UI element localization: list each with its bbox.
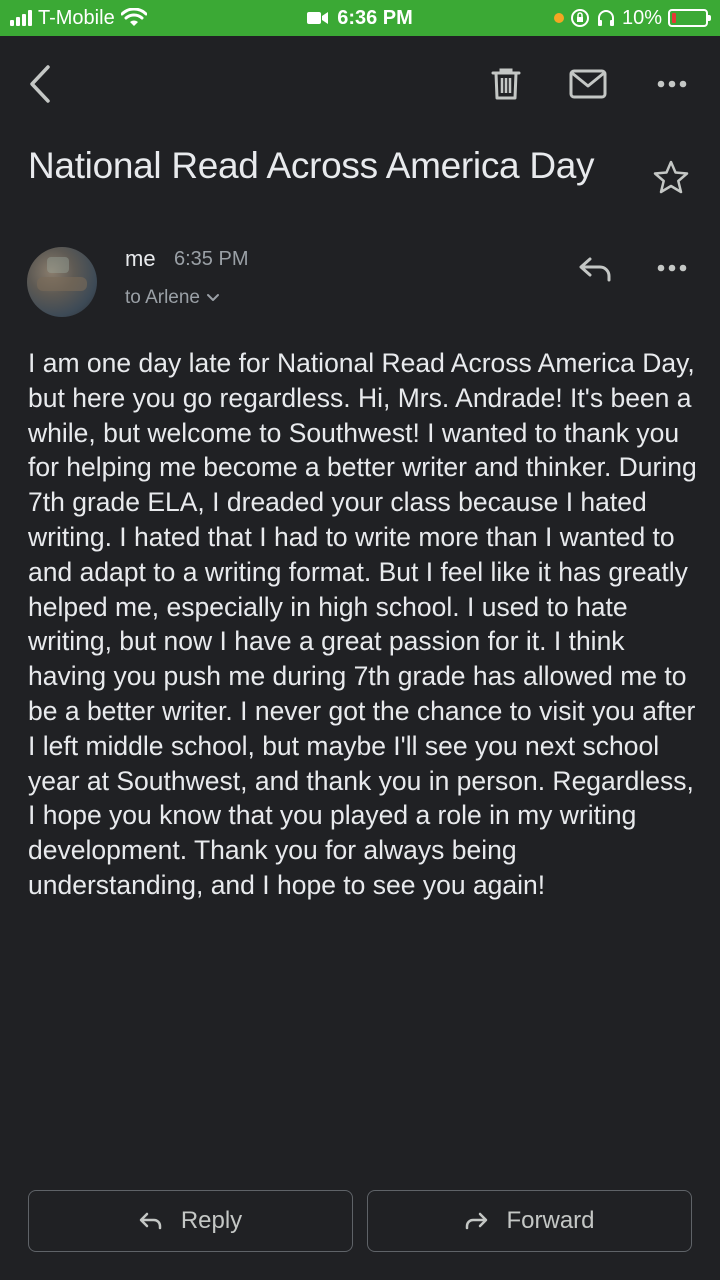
- back-arrow-icon: [30, 65, 50, 103]
- message-more-button[interactable]: [650, 246, 694, 290]
- mail-icon: [569, 69, 607, 99]
- video-camera-icon: [307, 12, 329, 24]
- trash-icon: [491, 68, 521, 100]
- email-subject: National Read Across America Day: [28, 145, 595, 186]
- status-right: 10%: [553, 0, 711, 36]
- battery-icon: [668, 9, 711, 27]
- back-button[interactable]: [18, 62, 62, 106]
- mark-unread-button[interactable]: [566, 62, 610, 106]
- rotation-lock-icon: [570, 9, 589, 27]
- chevron-down-icon: [207, 294, 219, 301]
- more-options-button[interactable]: [650, 62, 694, 106]
- delete-button[interactable]: [484, 62, 528, 106]
- sender-avatar[interactable]: [27, 247, 97, 317]
- reply-label: Reply: [180, 1207, 243, 1234]
- status-bar: T-Mobile 6:36 PM 10%: [0, 0, 720, 36]
- email-body: I am one day late for National Read Acro…: [28, 348, 697, 900]
- more-icon: [657, 264, 687, 272]
- email-time: 6:35 PM: [174, 248, 249, 270]
- star-button[interactable]: [648, 154, 694, 200]
- reply-icon-button[interactable]: [572, 246, 618, 292]
- forward-icon: [466, 1212, 488, 1230]
- star-icon: [653, 160, 689, 194]
- headphones-icon: [597, 10, 614, 26]
- battery-percent: 10%: [621, 6, 662, 29]
- reply-button[interactable]: Reply: [28, 1190, 353, 1252]
- recipient-details[interactable]: to Arlene: [125, 287, 220, 309]
- toolbar: [0, 36, 720, 132]
- privacy-indicator-icon: [553, 13, 564, 23]
- status-time: 6:36 PM: [337, 6, 413, 29]
- more-icon: [657, 80, 687, 88]
- reply-icon: [139, 1212, 162, 1230]
- sender-name: me: [125, 246, 156, 271]
- recipient-label: to Arlene: [125, 287, 200, 308]
- reply-icon: [579, 257, 611, 282]
- forward-label: Forward: [506, 1207, 595, 1234]
- forward-button[interactable]: Forward: [367, 1190, 692, 1252]
